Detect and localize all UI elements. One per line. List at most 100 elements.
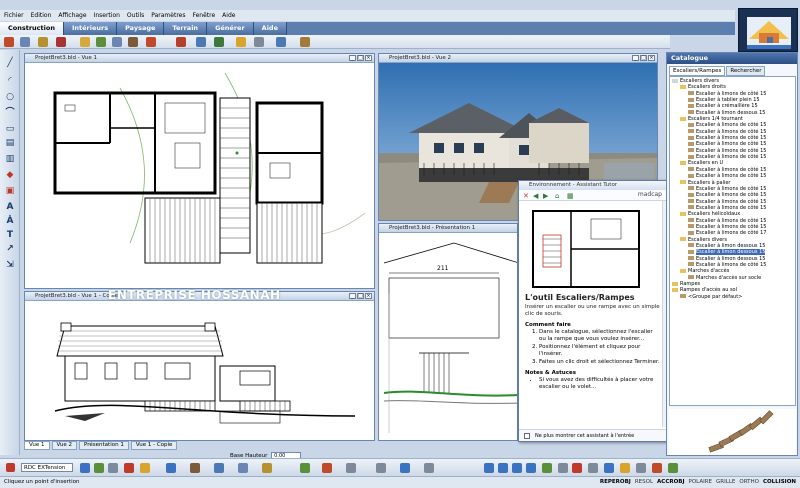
maximize-icon[interactable]: □ xyxy=(640,55,647,61)
rotate-icon[interactable] xyxy=(558,463,568,473)
picture-tool-icon[interactable]: ▣ xyxy=(4,186,16,196)
view-window-elevation[interactable]: ProjetBret3.bld - Vue 1 - Copie _ □ × xyxy=(24,291,375,441)
mode-resol[interactable]: RESOL xyxy=(635,477,653,488)
tab-vue-1[interactable]: Vue 1 xyxy=(24,441,50,450)
section-view-icon[interactable] xyxy=(238,463,248,473)
elevation-drawing-area[interactable] xyxy=(25,301,374,440)
undo-icon[interactable] xyxy=(124,463,134,473)
maximize-icon[interactable]: □ xyxy=(357,55,364,61)
pan-icon[interactable] xyxy=(542,463,552,473)
menu-outils[interactable]: Outils xyxy=(127,12,144,19)
polyline-tool-icon[interactable]: ⌒ xyxy=(4,108,16,118)
camera-tool-icon[interactable] xyxy=(214,37,224,47)
walk-mode-icon[interactable] xyxy=(604,463,614,473)
mode-reperobj[interactable]: REPEROBJ xyxy=(600,477,631,488)
select-tool-icon[interactable] xyxy=(254,37,264,47)
tab-paysage[interactable]: Paysage xyxy=(117,22,165,35)
minimize-icon[interactable]: _ xyxy=(632,55,639,61)
stair-tool-icon[interactable] xyxy=(128,37,138,47)
close-icon[interactable]: ✕ xyxy=(523,192,529,200)
light-icon[interactable] xyxy=(636,463,646,473)
list-icon[interactable] xyxy=(376,463,386,473)
arc-tool-icon[interactable]: ◜ xyxy=(4,76,16,86)
presentation-drawing-area[interactable]: 211 xyxy=(379,233,517,440)
move-tool-icon[interactable] xyxy=(276,37,286,47)
close-icon[interactable]: × xyxy=(648,55,655,61)
edit-tool-icon[interactable] xyxy=(236,37,246,47)
tab-vue-2[interactable]: Vue 2 xyxy=(51,441,78,450)
hatch-tool-icon[interactable]: ▤ xyxy=(4,138,16,148)
render-icon[interactable] xyxy=(322,463,332,473)
menu-aide[interactable]: Aide xyxy=(222,12,235,19)
tree-item[interactable]: <Groupe par défaut> xyxy=(670,294,795,300)
tab-generer[interactable]: Générer xyxy=(207,22,254,35)
tab-vue-1-copie[interactable]: Vue 1 - Copie xyxy=(130,441,178,450)
reports-icon[interactable] xyxy=(400,463,410,473)
walk-icon[interactable] xyxy=(300,463,310,473)
menu-parametres[interactable]: Paramètres xyxy=(151,12,185,19)
save-icon[interactable] xyxy=(94,463,104,473)
plan-drawing-area[interactable] xyxy=(25,63,374,288)
tab-aide[interactable]: Aide xyxy=(253,22,287,35)
zoom-extents-icon[interactable] xyxy=(526,463,536,473)
text-style-tool-icon[interactable]: Ȧ xyxy=(4,216,16,226)
close-icon[interactable]: × xyxy=(365,293,372,299)
menu-fichier[interactable]: Fichier xyxy=(4,12,24,19)
menu-affichage[interactable]: Affichage xyxy=(58,12,86,19)
options-icon[interactable] xyxy=(424,463,434,473)
zoom-window-icon[interactable] xyxy=(512,463,522,473)
menu-fenetre[interactable]: Fenêtre xyxy=(192,12,215,19)
wall-tool-icon[interactable] xyxy=(4,37,14,47)
forward-icon[interactable]: ▶ xyxy=(543,192,548,200)
camera-icon[interactable] xyxy=(346,463,356,473)
tab-terrain[interactable]: Terrain xyxy=(164,22,208,35)
home-icon[interactable]: ⌂ xyxy=(555,192,559,200)
back-icon[interactable]: ◀ xyxy=(533,192,538,200)
section-icon[interactable] xyxy=(588,463,598,473)
floor-tool-icon[interactable] xyxy=(96,37,106,47)
home-view-icon[interactable] xyxy=(166,463,176,473)
zoom-in-icon[interactable] xyxy=(484,463,494,473)
catalog-tree[interactable]: Escaliers divers Escaliers droits Escalier… xyxy=(669,76,796,406)
layer-props-icon[interactable] xyxy=(80,463,90,473)
redo-icon[interactable] xyxy=(140,463,150,473)
group-tool-icon[interactable] xyxy=(300,37,310,47)
maximize-icon[interactable]: □ xyxy=(357,293,364,299)
deck-tool-icon[interactable] xyxy=(146,37,156,47)
circle-tool-icon[interactable]: ○ xyxy=(4,92,16,102)
print-icon[interactable] xyxy=(108,463,118,473)
tab-presentation-1[interactable]: Présentation 1 xyxy=(79,441,129,450)
measure-tool-icon[interactable]: ⇲ xyxy=(4,260,16,270)
mode-ortho[interactable]: ORTHO xyxy=(739,477,759,488)
texture-icon[interactable] xyxy=(668,463,678,473)
door-tool-icon[interactable] xyxy=(38,37,48,47)
text-tool-icon[interactable]: A xyxy=(4,202,16,212)
rectangle-tool-icon[interactable]: ▭ xyxy=(4,124,16,134)
line-tool-icon[interactable]: ╱ xyxy=(4,58,16,68)
mode-collision[interactable]: COLLISION xyxy=(763,477,796,488)
view-window-presentation[interactable]: ProjetBret3.bld - Présentation 1 211 xyxy=(378,223,518,441)
print-icon[interactable]: ▦ xyxy=(567,192,574,200)
column-tool-icon[interactable] xyxy=(112,37,122,47)
callout-tool-icon[interactable]: T xyxy=(4,230,16,240)
zoom-out-icon[interactable] xyxy=(498,463,508,473)
elevation-view-icon[interactable] xyxy=(214,463,224,473)
dont-show-checkbox[interactable] xyxy=(524,433,530,439)
layer-select[interactable]: RDC EXTension xyxy=(21,463,73,472)
railing-tool-icon[interactable] xyxy=(176,37,186,47)
tab-construction[interactable]: Construction xyxy=(0,22,64,35)
material-icon[interactable] xyxy=(652,463,662,473)
symbol-tool-icon[interactable]: ◆ xyxy=(4,170,16,180)
tab-interieurs[interactable]: Intérieurs xyxy=(63,22,118,35)
tab-escaliers-rampes[interactable]: Escaliers/Rampes xyxy=(669,66,726,76)
roof-tool-icon[interactable] xyxy=(56,37,66,47)
close-icon[interactable]: × xyxy=(365,55,372,61)
room-tool-icon[interactable] xyxy=(80,37,90,47)
sun-icon[interactable] xyxy=(620,463,630,473)
view-window-plan[interactable]: ProjetBret3.bld - Vue 1 _ □ × xyxy=(24,53,375,289)
erase-tool-icon[interactable]: ▥ xyxy=(4,154,16,164)
layer-icon[interactable] xyxy=(6,463,15,472)
minimize-icon[interactable]: _ xyxy=(349,293,356,299)
mode-grille[interactable]: GRILLE xyxy=(716,477,735,488)
mode-polaire[interactable]: POLAIRE xyxy=(689,477,713,488)
